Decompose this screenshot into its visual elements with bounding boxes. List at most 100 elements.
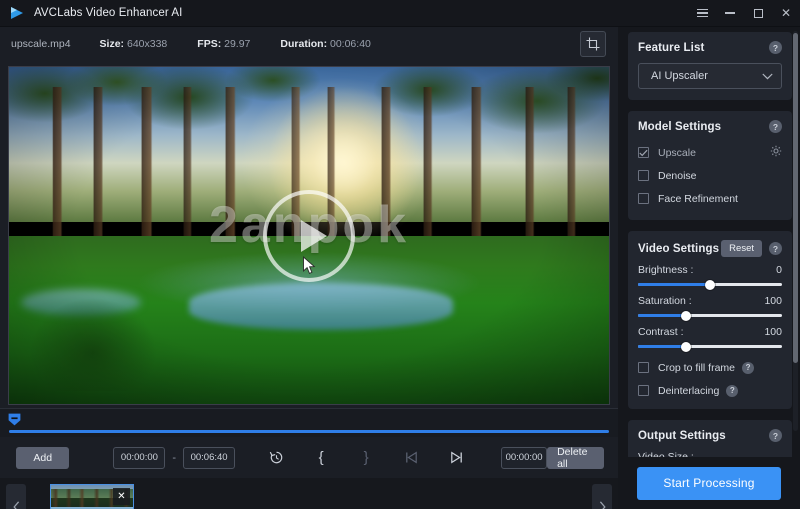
model-settings-title: Model Settings <box>638 120 722 133</box>
media-size-value: 640x338 <box>126 38 168 50</box>
media-fps: FPS: 29.97 <box>197 38 250 50</box>
thumbnail-strip: ✕ upscale.mp4 <box>0 478 618 509</box>
deinterlacing-checkbox[interactable] <box>638 385 649 396</box>
video-preview[interactable]: 2anpok <box>8 66 610 405</box>
thumbstrip-prev-button[interactable] <box>6 484 26 509</box>
window-controls: ✕ <box>688 0 800 27</box>
deinterlacing-label: Deinterlacing <box>658 384 720 397</box>
next-frame-icon[interactable] <box>445 447 467 469</box>
denoise-label: Denoise <box>658 169 697 182</box>
denoise-checkbox[interactable] <box>638 170 649 181</box>
model-option-face-refinement[interactable]: Face Refinement <box>638 188 782 209</box>
media-duration-label: Duration: <box>280 38 328 50</box>
brightness-slider[interactable] <box>638 279 782 290</box>
app-title: AVCLabs Video Enhancer AI <box>34 7 183 19</box>
close-button[interactable]: ✕ <box>772 0 800 27</box>
title-bar: AVCLabs Video Enhancer AI ✕ <box>0 0 800 27</box>
timeline-bar[interactable] <box>0 408 618 437</box>
feature-select-value: AI Upscaler <box>651 70 708 82</box>
saturation-slider[interactable] <box>638 310 782 321</box>
chevron-left-icon <box>12 501 19 509</box>
video-settings-card: Video Settings Reset ? Brightness : 0 Sa… <box>628 231 792 409</box>
cursor-arrow-icon <box>303 255 316 274</box>
face-refinement-checkbox[interactable] <box>638 193 649 204</box>
video-settings-help-icon[interactable]: ? <box>769 242 782 255</box>
saturation-value: 100 <box>764 295 782 307</box>
gear-icon[interactable] <box>770 145 782 160</box>
mark-out-icon[interactable]: } <box>355 447 377 469</box>
model-settings-help-icon[interactable]: ? <box>769 120 782 133</box>
thumbnail-remove-button[interactable]: ✕ <box>113 488 130 505</box>
output-settings-title: Output Settings <box>638 429 726 442</box>
face-refinement-label: Face Refinement <box>658 192 738 205</box>
timeline-progress-track[interactable] <box>9 430 609 433</box>
model-settings-card: Model Settings ? Upscale Denoise Face Re… <box>628 111 792 220</box>
crop-to-fill-row[interactable]: Crop to fill frame ? <box>638 357 782 378</box>
maximize-icon <box>753 8 763 18</box>
crop-icon <box>586 37 600 51</box>
deinterlacing-row[interactable]: Deinterlacing ? <box>638 380 782 401</box>
media-fps-label: FPS: <box>197 38 222 50</box>
model-option-upscale[interactable]: Upscale <box>638 142 782 163</box>
add-button[interactable]: Add <box>16 446 70 469</box>
video-settings-reset-button[interactable]: Reset <box>721 240 762 257</box>
output-settings-header: Output Settings ? <box>638 429 782 442</box>
crop-to-fill-help-icon[interactable]: ? <box>742 361 755 374</box>
mark-in-icon[interactable]: { <box>310 447 332 469</box>
chevron-right-icon <box>599 501 606 509</box>
upscale-checkbox[interactable] <box>638 147 649 158</box>
output-settings-help-icon[interactable]: ? <box>769 429 782 442</box>
feature-list-card: Feature List ? AI Upscaler <box>628 32 792 100</box>
current-time-field[interactable]: 00:00:00 <box>501 446 548 469</box>
play-icon <box>300 219 327 252</box>
previous-frame-icon[interactable] <box>400 447 422 469</box>
settings-sidebar: Feature List ? AI Upscaler Model Setting… <box>618 27 800 509</box>
start-time-field[interactable]: 00:00:00 <box>113 446 166 469</box>
application-window: AVCLabs Video Enhancer AI ✕ upscale.mp4 … <box>0 0 800 509</box>
main-content-area: upscale.mp4 Size: 640x338 FPS: 29.97 Dur… <box>0 27 618 509</box>
hamburger-icon <box>696 8 708 18</box>
contrast-slider[interactable] <box>638 341 782 352</box>
maximize-button[interactable] <box>744 0 772 27</box>
contrast-value: 100 <box>764 326 782 338</box>
checkmark-icon <box>639 149 648 156</box>
feature-select[interactable]: AI Upscaler <box>638 63 782 89</box>
crop-to-fill-label: Crop to fill frame <box>658 361 736 374</box>
saturation-label: Saturation : <box>638 295 692 307</box>
crop-to-fill-checkbox[interactable] <box>638 362 649 373</box>
delete-all-button[interactable]: Delete all <box>547 446 604 470</box>
media-size-label: Size: <box>99 38 125 50</box>
media-fps-value: 29.97 <box>224 38 251 50</box>
thumbstrip-next-button[interactable] <box>592 484 612 509</box>
feature-list-help-icon[interactable]: ? <box>769 41 782 54</box>
video-settings-title: Video Settings <box>638 242 720 255</box>
deinterlacing-help-icon[interactable]: ? <box>726 384 739 397</box>
media-size: Size: 640x338 <box>100 38 168 50</box>
playhead-marker-icon[interactable] <box>8 413 21 426</box>
crop-button[interactable] <box>580 31 606 57</box>
feature-list-title: Feature List <box>638 41 705 54</box>
chevron-down-icon <box>762 73 773 79</box>
end-time-field[interactable]: 00:06:40 <box>183 446 236 469</box>
brightness-row: Brightness : 0 <box>638 264 782 276</box>
minimize-button[interactable] <box>716 0 744 27</box>
app-logo-icon <box>9 5 25 21</box>
playback-toolbar: Add 00:00:00 - 00:06:40 { } 00:00:00 Del… <box>0 437 618 478</box>
minimize-icon <box>725 12 735 14</box>
close-icon: ✕ <box>780 6 792 20</box>
model-settings-header: Model Settings ? <box>638 120 782 133</box>
brightness-value: 0 <box>776 264 782 276</box>
model-option-denoise[interactable]: Denoise <box>638 165 782 186</box>
video-settings-header: Video Settings Reset ? <box>638 240 782 257</box>
media-info-bar: upscale.mp4 Size: 640x338 FPS: 29.97 Dur… <box>0 27 618 61</box>
time-range-dash: - <box>172 451 177 464</box>
menu-button[interactable] <box>688 0 716 27</box>
start-processing-bar: Start Processing <box>618 457 800 509</box>
media-filename: upscale.mp4 <box>11 38 71 50</box>
sidebar-scrollbar-thumb[interactable] <box>793 33 798 363</box>
reset-clock-icon[interactable] <box>265 447 287 469</box>
start-processing-button[interactable]: Start Processing <box>637 466 781 500</box>
thumbnail-item-upscale[interactable]: ✕ upscale.mp4 <box>50 484 134 509</box>
feature-list-header: Feature List ? <box>638 41 782 54</box>
upscale-label: Upscale <box>658 146 696 159</box>
